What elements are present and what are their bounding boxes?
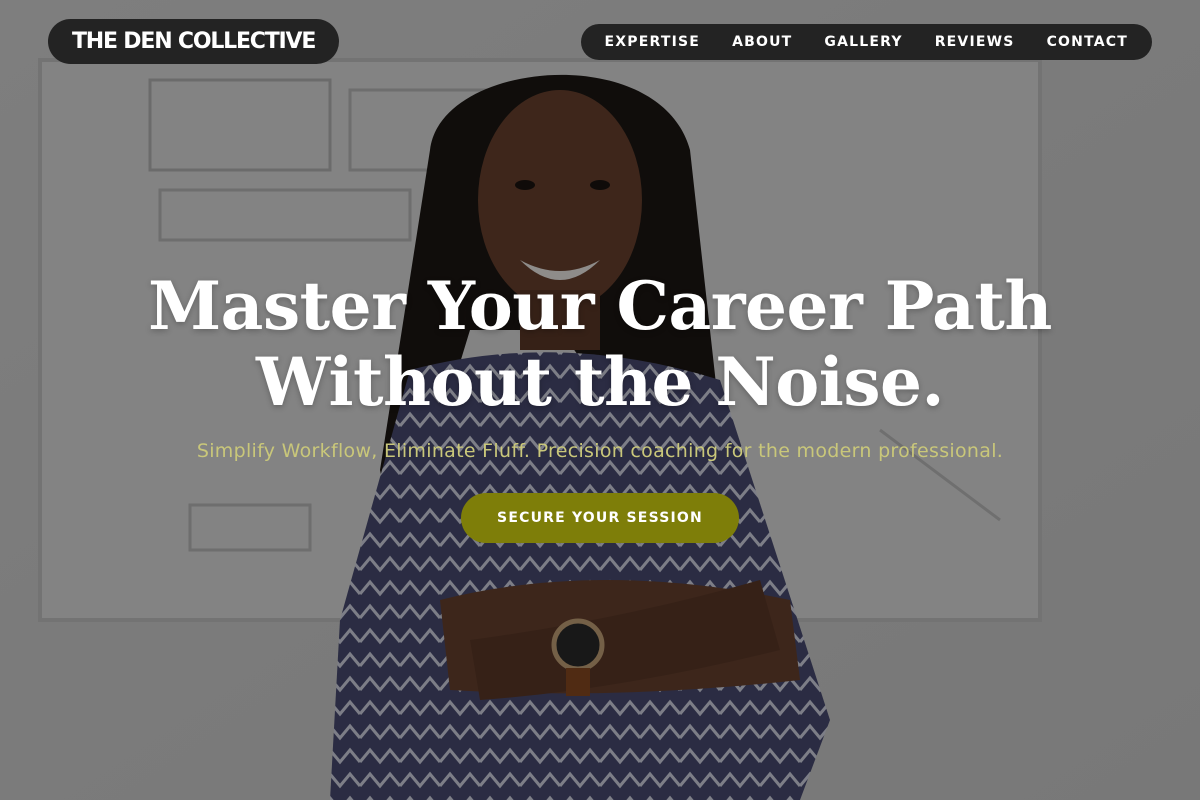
hero-headline: Master Your Career Path Without the Nois… — [0, 268, 1200, 420]
nav-item-gallery[interactable]: GALLERY — [808, 34, 918, 50]
main-nav: EXPERTISE ABOUT GALLERY REVIEWS CONTACT — [580, 24, 1152, 60]
nav-item-reviews[interactable]: REVIEWS — [919, 34, 1031, 50]
secure-session-button[interactable]: SECURE YOUR SESSION — [461, 493, 739, 543]
brand-logo-text: THE DEN COLLECTIVE — [72, 29, 316, 54]
hero-section: THE DEN COLLECTIVE EXPERTISE ABOUT GALLE… — [0, 0, 1200, 800]
brand-logo[interactable]: THE DEN COLLECTIVE — [48, 19, 340, 64]
hero-headline-line1: Master Your Career Path — [148, 267, 1052, 345]
nav-item-contact[interactable]: CONTACT — [1031, 34, 1144, 50]
nav-item-expertise[interactable]: EXPERTISE — [589, 34, 717, 50]
hero-headline-line2: Without the Noise. — [256, 343, 944, 421]
nav-item-about[interactable]: ABOUT — [716, 34, 808, 50]
hero-subheadline: Simplify Workflow, Eliminate Fluff. Prec… — [196, 440, 1004, 462]
